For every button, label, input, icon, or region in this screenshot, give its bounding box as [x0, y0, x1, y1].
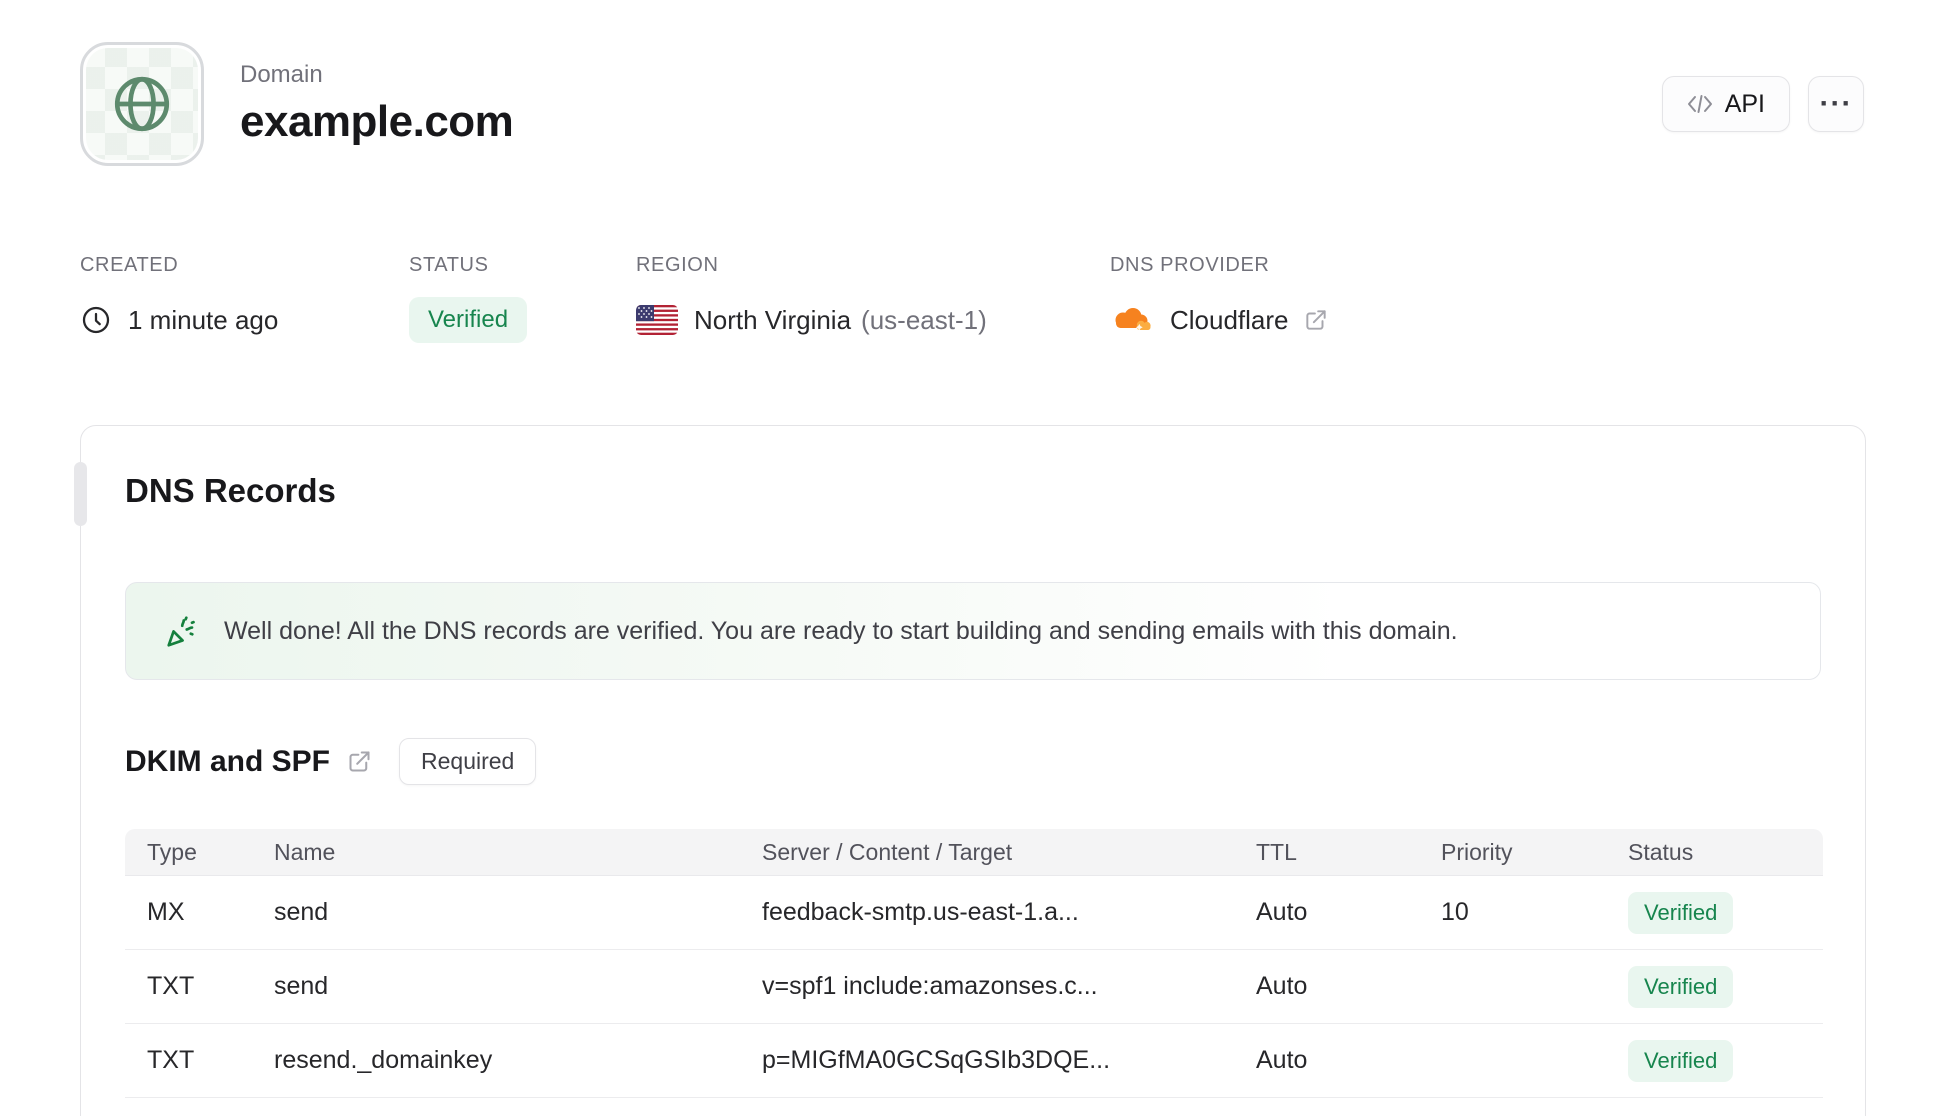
code-icon	[1687, 93, 1713, 115]
region-code: (us-east-1)	[861, 304, 987, 335]
success-banner: Well done! All the DNS records are verif…	[125, 582, 1821, 680]
col-header-type: Type	[147, 838, 197, 865]
domain-detail-page: Domain example.com API ··· CREATED 1 min…	[0, 0, 1944, 1116]
header-actions: API ···	[1661, 76, 1864, 132]
dkim-spf-section-header: DKIM and SPF Required	[125, 738, 1821, 785]
col-header-priority: Priority	[1441, 838, 1513, 865]
api-button[interactable]: API	[1661, 76, 1790, 132]
required-badge: Required	[399, 738, 537, 785]
meta-status: STATUS Verified	[409, 254, 636, 343]
dns-provider-value: Cloudflare	[1170, 304, 1289, 335]
globe-icon	[109, 71, 175, 137]
record-status-badge: Verified	[1628, 1039, 1734, 1082]
col-header-status: Status	[1628, 838, 1694, 865]
record-status-badge: Verified	[1628, 891, 1734, 934]
external-link-icon[interactable]	[346, 748, 373, 775]
table-row[interactable]: MX send feedback-smtp.us-east-1.a... Aut…	[125, 876, 1823, 950]
page-kicker: Domain	[240, 61, 323, 88]
region-label: REGION	[636, 254, 719, 276]
title-block: Domain example.com	[240, 61, 1662, 147]
status-badge: Verified	[409, 297, 528, 343]
col-header-content: Server / Content / Target	[762, 838, 1013, 865]
record-ttl: Auto	[1256, 898, 1308, 926]
meta-dns-provider: DNS PROVIDER Cloudflare	[1110, 254, 1329, 343]
us-flag-icon	[636, 305, 678, 335]
record-type: MX	[147, 898, 185, 926]
domain-avatar	[80, 42, 204, 166]
table-header-row: Type Name Server / Content / Target TTL …	[125, 829, 1823, 876]
party-popper-icon	[162, 613, 198, 649]
record-status-badge: Verified	[1628, 965, 1734, 1008]
record-name: send	[274, 972, 329, 1000]
more-options-button[interactable]: ···	[1808, 76, 1864, 132]
created-value: 1 minute ago	[128, 304, 279, 335]
status-label: STATUS	[409, 254, 489, 276]
api-button-label: API	[1724, 89, 1765, 118]
record-name: send	[274, 898, 329, 926]
record-content: feedback-smtp.us-east-1.a...	[762, 898, 1079, 926]
record-name: resend._domainkey	[274, 1046, 493, 1074]
meta-created: CREATED 1 minute ago	[80, 254, 409, 343]
page-title: example.com	[240, 97, 514, 146]
success-banner-text: Well done! All the DNS records are verif…	[224, 616, 1458, 645]
record-ttl: Auto	[1256, 1046, 1308, 1074]
dns-records-table: Type Name Server / Content / Target TTL …	[125, 829, 1823, 1098]
dns-records-title: DNS Records	[125, 472, 336, 509]
clock-icon	[80, 304, 112, 336]
dkim-spf-title: DKIM and SPF	[125, 744, 331, 778]
table-row[interactable]: TXT resend._domainkey p=MIGfMA0GCSqGSIb3…	[125, 1024, 1823, 1098]
record-ttl: Auto	[1256, 972, 1308, 1000]
page-header: Domain example.com API ···	[80, 0, 1864, 166]
record-type: TXT	[147, 972, 195, 1000]
meta-region: REGION North Virginia (us-east-1)	[636, 254, 1110, 343]
dns-records-card: DNS Records Well done! All the DNS recor…	[74, 425, 1866, 1116]
record-content: p=MIGfMA0GCSqGSIb3DQE...	[762, 1046, 1111, 1074]
record-content: v=spf1 include:amazonses.c...	[762, 972, 1098, 1000]
external-link-icon[interactable]	[1303, 307, 1329, 333]
cloudflare-cloud-icon	[1110, 305, 1154, 335]
created-label: CREATED	[80, 254, 179, 276]
record-priority: 10	[1441, 898, 1469, 926]
card-side-notch	[74, 462, 87, 526]
col-header-name: Name	[274, 838, 336, 865]
table-row[interactable]: TXT send v=spf1 include:amazonses.c... A…	[125, 950, 1823, 1024]
col-header-ttl: TTL	[1256, 838, 1297, 865]
region-value: North Virginia	[694, 304, 852, 335]
dns-provider-label: DNS PROVIDER	[1110, 254, 1270, 276]
record-type: TXT	[147, 1046, 195, 1074]
domain-meta: CREATED 1 minute ago STATUS Verified REG…	[80, 254, 1864, 343]
